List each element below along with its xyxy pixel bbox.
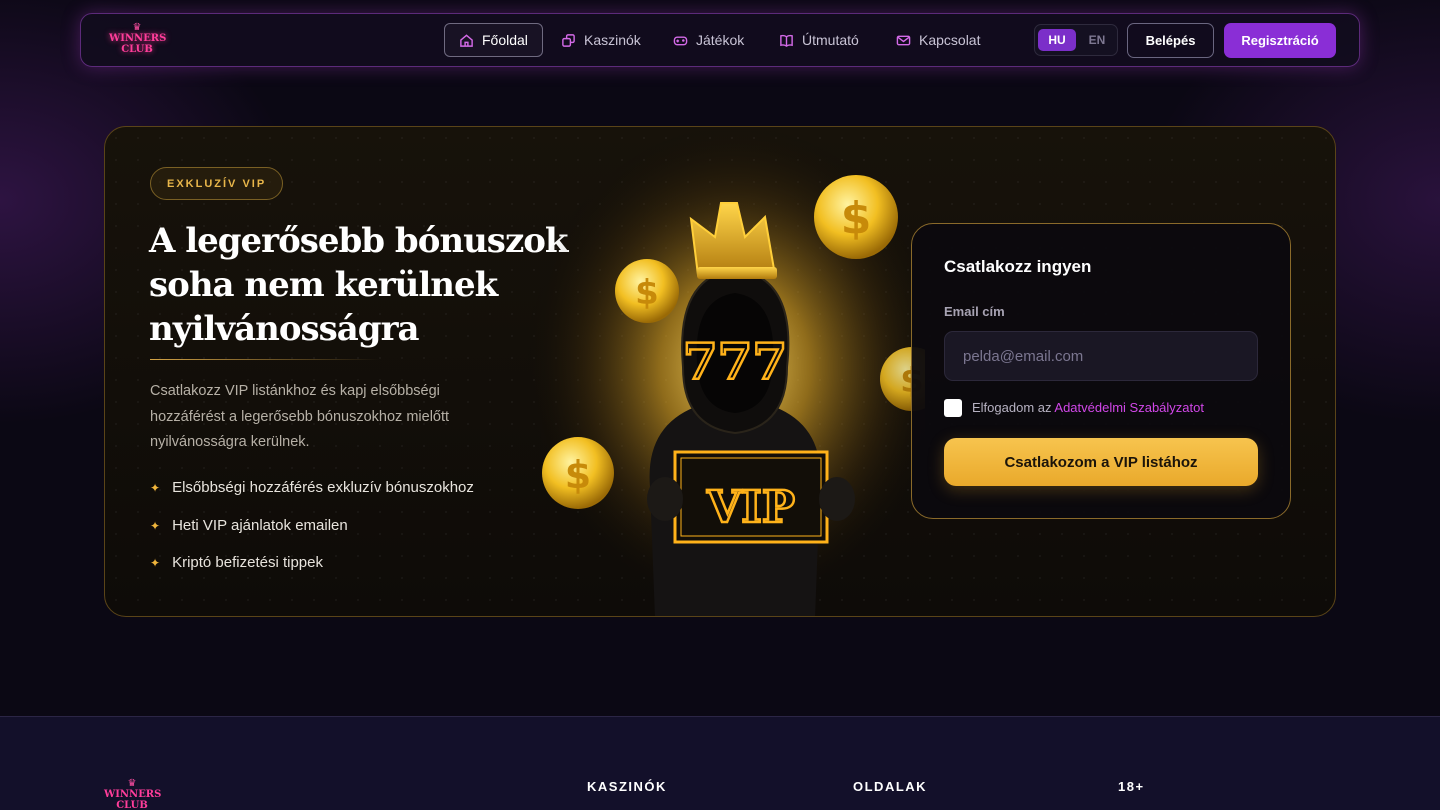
sparkle-icon: ✦ bbox=[150, 480, 161, 495]
top-navbar: ♛ WINNERS CLUB Főoldal Kaszinók Játékok … bbox=[80, 13, 1360, 67]
form-title: Csatlakozz ingyen bbox=[944, 257, 1092, 276]
nav-item-label: Főoldal bbox=[482, 32, 528, 48]
nav-item-label: Kaszinók bbox=[584, 32, 641, 48]
feature-item: ✦ Heti VIP ajánlatok emailen bbox=[150, 517, 348, 534]
logo-line1: WINNERS bbox=[104, 789, 162, 800]
footer-heading-casinos: KASZINÓK bbox=[587, 779, 667, 794]
mask-777-text: 777 bbox=[683, 332, 787, 391]
feature-text: Elsőbbségi hozzáférés exkluzív bónuszokh… bbox=[172, 479, 474, 496]
hero-title: A legerősebb bónuszok soha nem kerülnek … bbox=[149, 221, 569, 349]
feature-text: Kriptó befizetési tippek bbox=[172, 554, 323, 571]
coin-icon: $ bbox=[615, 259, 679, 323]
nav-item-games[interactable]: Játékok bbox=[659, 23, 758, 57]
title-underline bbox=[150, 359, 380, 360]
nav-item-guide[interactable]: Útmutató bbox=[765, 23, 873, 57]
nav-item-home[interactable]: Főoldal bbox=[444, 23, 543, 57]
gamepad-icon bbox=[673, 36, 688, 45]
vip-signup-form: Csatlakozz ingyen Email cím Elfogadom az… bbox=[911, 223, 1291, 519]
privacy-policy-link[interactable]: Adatvédelmi Szabályzatot bbox=[1054, 400, 1204, 415]
mail-icon bbox=[896, 35, 911, 45]
footer-heading-pages: OLDALAK bbox=[853, 779, 928, 794]
feature-item: ✦ Kriptó befizetési tippek bbox=[150, 554, 323, 571]
join-vip-button[interactable]: Csatlakozom a VIP listához bbox=[944, 438, 1258, 486]
svg-text:$: $ bbox=[841, 193, 872, 244]
consent-checkbox[interactable] bbox=[944, 399, 962, 417]
nav-item-label: Játékok bbox=[696, 32, 745, 48]
language-switcher: HU EN bbox=[1034, 24, 1118, 56]
vip-mascot-illustration: $ $ $ $ 777 VIP bbox=[525, 127, 925, 616]
svg-text:$: $ bbox=[635, 273, 659, 313]
nav-item-casinos[interactable]: Kaszinók bbox=[547, 23, 655, 57]
dice-icon bbox=[562, 33, 575, 47]
consent-prefix: Elfogadom az bbox=[972, 400, 1052, 415]
book-icon bbox=[780, 34, 793, 47]
sparkle-icon: ✦ bbox=[150, 518, 161, 533]
sign-vip-text: VIP bbox=[706, 482, 795, 533]
logo-line2: CLUB bbox=[116, 800, 148, 810]
feature-text: Heti VIP ajánlatok emailen bbox=[172, 517, 348, 534]
hero-description: Csatlakozz VIP listánkhoz és kapj elsőbb… bbox=[150, 383, 450, 450]
nav-item-label: Kapcsolat bbox=[919, 32, 981, 48]
crown-icon: ♛ bbox=[127, 778, 137, 789]
home-icon bbox=[460, 33, 473, 47]
register-button[interactable]: Regisztráció bbox=[1224, 23, 1336, 58]
vip-hero-section: EXKLUZÍV VIP A legerősebb bónuszok soha … bbox=[104, 126, 1336, 617]
coin-icon: $ bbox=[814, 175, 898, 259]
lang-en-button[interactable]: EN bbox=[1079, 29, 1115, 51]
email-input[interactable] bbox=[944, 331, 1258, 381]
footer-heading-age: 18+ bbox=[1118, 779, 1145, 794]
footer-logo[interactable]: ♛ WINNERS CLUB bbox=[104, 778, 162, 810]
nav-item-contact[interactable]: Kapcsolat bbox=[882, 23, 994, 57]
nav-item-label: Útmutató bbox=[802, 32, 859, 48]
brand-logo[interactable]: ♛ WINNERS CLUB bbox=[109, 22, 167, 59]
logo-line1: WINNERS bbox=[109, 33, 167, 44]
feature-item: ✦ Elsőbbségi hozzáférés exkluzív bónuszo… bbox=[150, 479, 474, 496]
email-label: Email cím bbox=[944, 304, 1005, 319]
crown-icon: ♛ bbox=[132, 22, 142, 33]
login-button[interactable]: Belépés bbox=[1127, 23, 1214, 58]
exclusive-badge: EXKLUZÍV VIP bbox=[150, 167, 284, 200]
logo-line2: CLUB bbox=[121, 44, 153, 55]
svg-text:$: $ bbox=[565, 453, 591, 497]
lang-hu-button[interactable]: HU bbox=[1038, 29, 1076, 51]
sparkle-icon: ✦ bbox=[150, 555, 161, 570]
coin-icon: $ bbox=[542, 437, 614, 509]
consent-text: Elfogadom az Adatvédelmi Szabályzatot bbox=[972, 400, 1204, 415]
footer: ♛ WINNERS CLUB KASZINÓK OLDALAK 18+ bbox=[0, 716, 1440, 810]
